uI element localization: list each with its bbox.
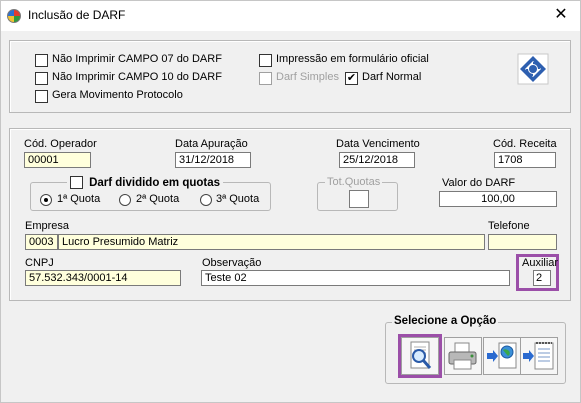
close-button[interactable]: ✕ [550,5,572,25]
gera-movimento-checkbox[interactable] [35,90,48,103]
cod-receita-field[interactable]: 1708 [494,152,556,168]
quota-2-radio[interactable] [119,194,131,206]
cod-operador-field[interactable]: 00001 [24,152,91,168]
quotas-group-legend: Darf dividido em quotas [67,176,224,190]
export-file-button[interactable] [520,337,558,375]
observacao-field[interactable]: Teste 02 [201,270,510,286]
globe-export-icon [487,342,517,369]
telefone-field[interactable] [488,234,557,250]
quota-3-radio[interactable] [200,194,212,206]
empresa-name-field[interactable]: Lucro Presumido Matriz [58,234,485,250]
printer-icon [448,342,477,370]
title-bar[interactable]: Inclusão de DARF ✕ [1,1,580,31]
nao-imprimir-10-label: Não Imprimir CAMPO 10 do DARF [52,71,222,83]
notepad-export-icon [523,342,554,370]
quota-1-label: 1ª Quota [57,193,101,205]
preview-button[interactable] [401,337,439,375]
window-title: Inclusão de DARF [28,8,126,22]
tot-quotas-field[interactable] [349,190,369,208]
empresa-label: Empresa [25,220,70,232]
actions-group-label: Selecione a Opção [392,315,499,327]
observacao-label: Observação [202,257,262,269]
darf-window: Inclusão de DARF ✕ Não Imprimir CAMPO 07… [0,0,581,403]
data-vencimento-label: Data Vencimento [336,138,420,150]
darf-normal-label: Darf Normal [362,71,422,83]
valor-darf-field[interactable]: 100,00 [439,191,557,207]
nao-imprimir-07-checkbox[interactable] [35,54,48,67]
data-vencimento-field[interactable]: 25/12/2018 [339,152,415,168]
cnpj-field[interactable]: 57.532.343/0001-14 [25,270,181,286]
impressao-formulario-checkbox[interactable] [259,54,272,67]
quota-3-label: 3ª Quota [216,193,260,205]
cod-receita-label: Cód. Receita [493,138,557,150]
nao-imprimir-10-checkbox[interactable] [35,72,48,85]
app-icon [7,9,21,23]
data-apuracao-label: Data Apuração [175,138,248,150]
darf-simples-label: Darf Simples [276,71,339,83]
impressao-formulario-label: Impressão em formulário oficial [276,53,429,65]
company-logo-icon [517,53,549,85]
darf-dividido-checkbox[interactable] [70,176,83,189]
nao-imprimir-07-label: Não Imprimir CAMPO 07 do DARF [52,53,222,65]
darf-normal-checkbox[interactable]: ✔ [345,72,358,85]
export-web-button[interactable] [483,337,521,375]
quota-2-label: 2ª Quota [136,193,180,205]
cnpj-label: CNPJ [25,257,54,269]
darf-dividido-label: Darf dividido em quotas [89,176,221,189]
quota-1-radio[interactable] [40,194,52,206]
gera-movimento-label: Gera Movimento Protocolo [52,89,183,101]
empresa-code-field[interactable]: 0003 [25,234,58,250]
telefone-label: Telefone [488,220,530,232]
cod-operador-label: Cód. Operador [24,138,97,150]
tot-quotas-label: Tot.Quotas [325,176,383,188]
auxiliar-field[interactable]: 2 [533,270,551,286]
data-apuracao-field[interactable]: 31/12/2018 [175,152,251,168]
magnifier-document-icon [410,341,432,369]
valor-darf-label: Valor do DARF [442,177,516,189]
auxiliar-label: Auxiliar [522,257,559,269]
print-button[interactable] [444,337,482,375]
darf-simples-checkbox [259,72,272,85]
